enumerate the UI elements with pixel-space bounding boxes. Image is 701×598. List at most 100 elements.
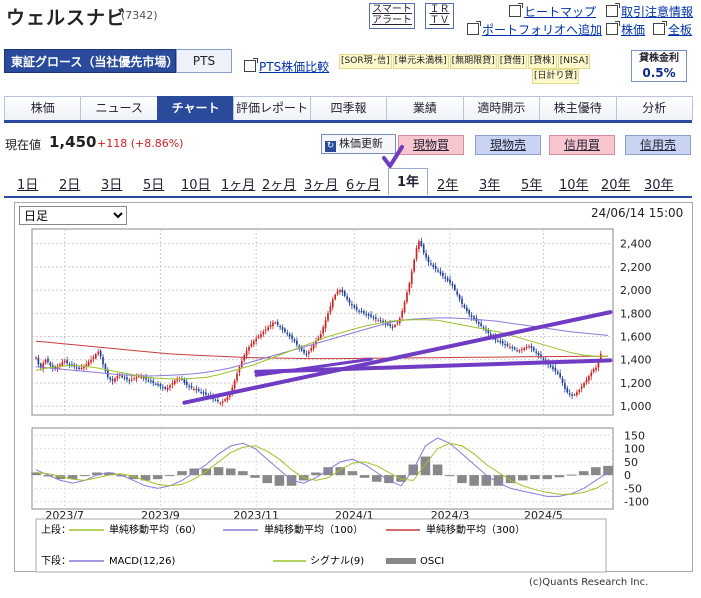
candle-body — [183, 379, 186, 383]
candle-body — [532, 347, 535, 351]
candle-body — [300, 348, 303, 351]
candle-body — [542, 358, 545, 360]
osci-bar — [554, 475, 565, 478]
candle-body — [375, 317, 377, 320]
candle-body — [377, 320, 380, 322]
price-tick-label: 1,600 — [620, 331, 652, 344]
osci-bar — [225, 468, 236, 476]
candle-body — [391, 326, 394, 328]
user-annotations — [182, 145, 613, 405]
candle-body — [66, 360, 68, 364]
candle-body — [353, 305, 356, 308]
candle-body — [559, 373, 561, 378]
candle-body — [126, 377, 128, 380]
candle-body — [47, 358, 49, 363]
candle-body — [336, 291, 339, 294]
candle-body — [87, 362, 90, 366]
candle-body — [556, 371, 559, 374]
candle-body — [260, 334, 262, 338]
candle-body — [442, 272, 444, 277]
candle-body — [255, 338, 258, 342]
candle-body — [75, 367, 78, 369]
candle-body — [329, 306, 332, 313]
candle-body — [597, 362, 600, 368]
candle-body — [133, 378, 135, 380]
candle-body — [561, 378, 564, 383]
candle-body — [121, 375, 123, 378]
candle-body — [422, 244, 425, 253]
candle-body — [142, 377, 145, 379]
osci-bar — [457, 475, 467, 484]
price-tick-label: 2,400 — [620, 238, 652, 251]
candle-body — [379, 320, 382, 322]
candle-body — [236, 373, 238, 381]
candle-body — [590, 372, 593, 377]
price-tick-label: 2,000 — [620, 284, 652, 297]
candle-body — [162, 386, 164, 388]
candle-body — [403, 301, 406, 313]
macd-panel-frame — [31, 427, 614, 510]
candle-body — [102, 356, 104, 365]
candle-body — [461, 298, 463, 304]
candle-body — [346, 296, 348, 300]
macd-tick-label: -100 — [624, 496, 649, 509]
osci-bar — [323, 467, 333, 476]
candle-body — [152, 380, 155, 383]
candle-body — [554, 367, 557, 372]
candle-body — [580, 386, 583, 389]
macd-line — [35, 437, 609, 497]
candle-body — [470, 315, 473, 317]
legend-signal: シグナル(9) — [310, 554, 364, 567]
candle-body — [523, 348, 526, 350]
candle-body — [109, 377, 112, 380]
osci-bar — [274, 475, 285, 486]
legend-sma100: 単純移動平均（100） — [264, 523, 363, 536]
candle-body — [516, 350, 518, 352]
candle-body — [509, 346, 511, 348]
candle-body — [324, 320, 327, 329]
osci-bar — [250, 475, 260, 478]
osci-bar — [359, 475, 370, 478]
candle-body — [164, 387, 167, 389]
macd-indicator — [31, 437, 613, 497]
candle-body — [284, 328, 286, 332]
candle-body — [169, 385, 171, 388]
candle-body — [233, 380, 236, 389]
candle-body — [518, 350, 521, 352]
candle-body — [111, 379, 114, 381]
candle-body — [49, 362, 52, 366]
macd-tick-label: 100 — [624, 443, 645, 456]
candle-body — [176, 379, 179, 381]
candle-body — [147, 380, 150, 382]
candle-body — [303, 349, 305, 353]
legend-macd: MACD(12,26) — [109, 556, 176, 567]
candle-body — [401, 310, 404, 318]
candle-body — [99, 350, 102, 357]
candle-body — [173, 380, 176, 384]
candle-body — [480, 323, 482, 327]
candle-body — [568, 393, 571, 395]
candle-body — [389, 323, 392, 327]
price-tick-label: 1,400 — [620, 354, 652, 367]
candle-body — [114, 378, 116, 382]
candle-body — [291, 335, 293, 339]
candle-body — [200, 392, 202, 394]
candle-body — [238, 366, 241, 373]
candle-body — [250, 343, 253, 347]
macd-axis: 150100500-50-100 — [624, 429, 649, 508]
candle-body — [358, 310, 360, 312]
candle-body — [276, 321, 279, 325]
candle-body — [44, 359, 47, 364]
checkmark-annotation — [382, 145, 404, 168]
candle-body — [528, 345, 530, 347]
osci-bar — [262, 475, 273, 484]
candle-body — [420, 241, 423, 246]
candle-body — [521, 349, 523, 351]
candle-body — [224, 399, 226, 401]
candle-body — [449, 279, 451, 284]
candle-body — [439, 271, 442, 274]
macd-tick-label: 0 — [624, 469, 631, 482]
candle-body — [552, 366, 554, 370]
candle-body — [150, 380, 152, 382]
candle-body — [217, 399, 219, 402]
